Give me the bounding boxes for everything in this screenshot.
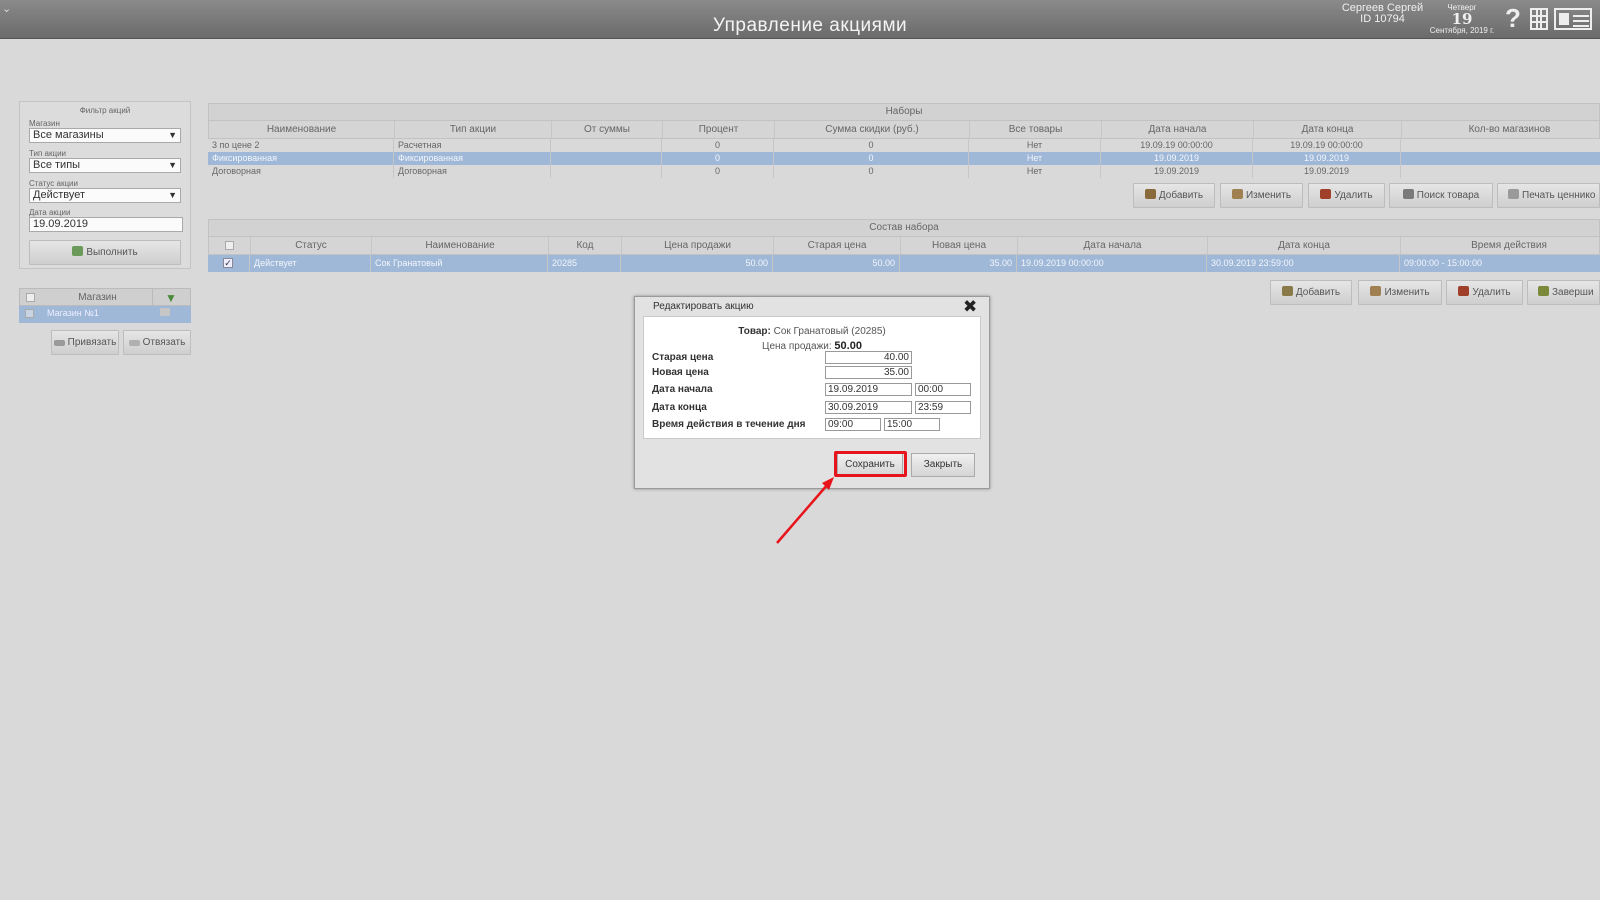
- annotation-arrow: [776, 477, 834, 544]
- arrow-shaft: [776, 483, 829, 544]
